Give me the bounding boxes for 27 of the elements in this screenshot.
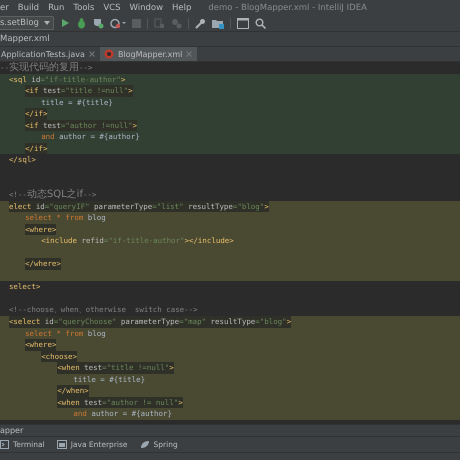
menu-item[interactable]: Build <box>18 2 40 12</box>
menu-item[interactable]: Help <box>172 2 192 12</box>
wrench-icon[interactable] <box>194 18 206 28</box>
close-icon[interactable] <box>88 51 95 57</box>
leaf-icon <box>140 440 150 449</box>
bug-icon[interactable] <box>76 18 87 28</box>
menu-item[interactable]: Window <box>130 2 164 12</box>
editor-tab[interactable]: ApplicationTests.java <box>0 47 100 61</box>
terminal-icon <box>0 440 9 449</box>
run-config-dropdown[interactable]: s.setBlog <box>0 16 54 30</box>
terminal-icon[interactable] <box>236 18 249 28</box>
caret-icon <box>44 21 50 25</box>
folder-icon[interactable] <box>212 18 224 28</box>
menu-item[interactable]: VCS <box>103 2 120 12</box>
run-icon[interactable] <box>60 18 70 28</box>
breadcrumb[interactable]: apper <box>0 426 24 435</box>
menu-item[interactable]: Tools <box>73 2 94 12</box>
menu-item[interactable]: Run <box>48 2 64 12</box>
window-icon <box>56 440 67 449</box>
code-comment: 动态SQL之if <box>26 189 83 200</box>
nav-path[interactable]: Mapper.xml <box>0 34 50 44</box>
file-icon <box>104 49 114 59</box>
window-title: demo - BlogMapper.xml - IntelliJ IDEA <box>208 2 367 12</box>
search-icon[interactable] <box>254 18 266 28</box>
shield-icon[interactable] <box>92 18 104 28</box>
editor-tab[interactable]: BlogMapper.xml <box>100 47 198 61</box>
menu-item[interactable]: er <box>0 2 9 12</box>
